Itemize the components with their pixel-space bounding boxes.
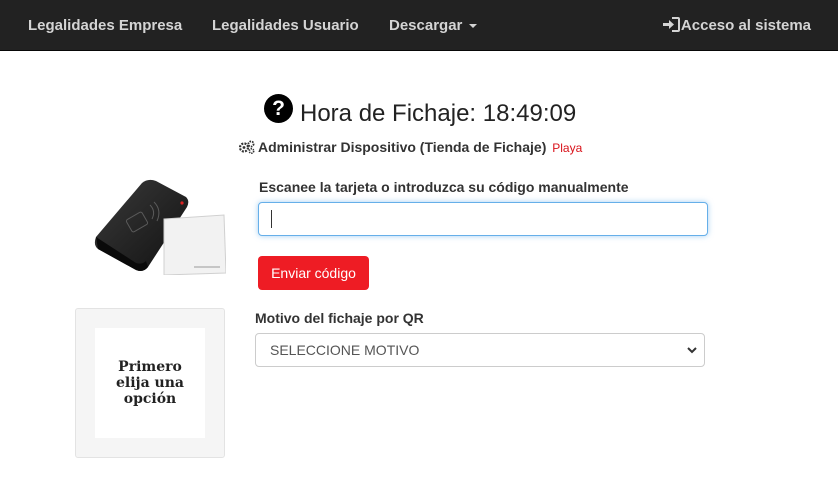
text-cursor bbox=[271, 210, 272, 228]
question-circle-icon[interactable]: ? bbox=[264, 94, 293, 123]
send-code-button[interactable]: Enviar código bbox=[258, 256, 369, 290]
nav-legalidades-empresa[interactable]: Legalidades Empresa bbox=[28, 0, 182, 51]
nav-legalidades-usuario[interactable]: Legalidades Usuario bbox=[212, 0, 359, 51]
device-label: Administrar Dispositivo (Tienda de Ficha… bbox=[258, 139, 547, 155]
store-name: Playa bbox=[552, 141, 583, 155]
nav-legalidades-empresa-label: Legalidades Empresa bbox=[28, 17, 183, 34]
login-label: Acceso al sistema bbox=[680, 17, 811, 34]
sign-in-icon bbox=[662, 17, 680, 32]
qr-placeholder-text: Primero elija una opción bbox=[116, 359, 184, 407]
motivo-select[interactable]: SELECCIONE MOTIVO bbox=[255, 333, 705, 367]
title-text: Hora de Fichaje: 18:49:09 bbox=[300, 100, 576, 128]
nav-legalidades-usuario-label: Legalidades Usuario bbox=[212, 17, 359, 34]
nav-descargar-dropdown[interactable]: Descargar bbox=[389, 0, 478, 51]
gears-icon bbox=[238, 140, 255, 154]
top-navbar: Legalidades Empresa Legalidades Usuario … bbox=[0, 0, 838, 51]
clock-time: 18:49:09 bbox=[482, 100, 577, 127]
card-reader-image bbox=[94, 179, 226, 275]
device-admin-link[interactable]: Administrar Dispositivo (Tienda de Ficha… bbox=[238, 139, 582, 155]
scan-code-input[interactable] bbox=[258, 202, 708, 236]
login-link[interactable]: Acceso al sistema bbox=[662, 0, 811, 51]
motivo-selected-value: SELECCIONE MOTIVO bbox=[270, 342, 420, 358]
scan-label: Escanee la tarjeta o introduzca su códig… bbox=[259, 179, 629, 195]
chevron-down-icon bbox=[687, 347, 697, 354]
qr-placeholder: Primero elija una opción bbox=[95, 328, 205, 438]
qr-container: Primero elija una opción bbox=[75, 308, 225, 458]
caret-down-icon bbox=[469, 24, 478, 29]
nav-descargar-label: Descargar bbox=[389, 17, 463, 34]
motivo-label: Motivo del fichaje por QR bbox=[255, 310, 424, 326]
title-label: Hora de Fichaje: bbox=[300, 100, 477, 127]
